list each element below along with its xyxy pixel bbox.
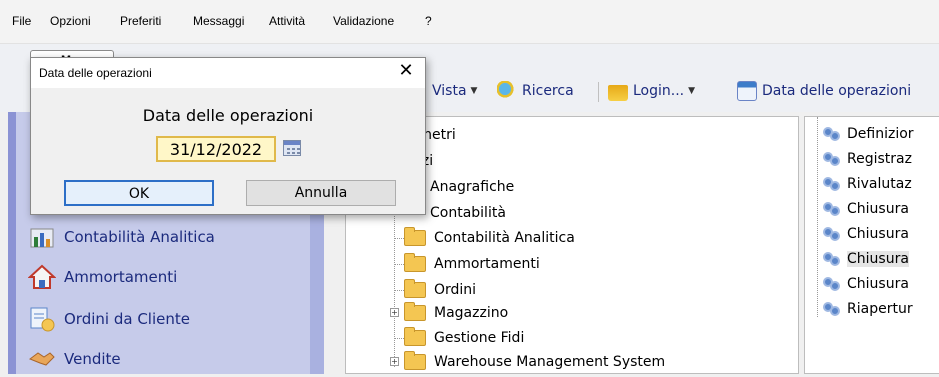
list-item-label: Chiusura (847, 276, 909, 292)
list-connector (817, 117, 818, 317)
vista-button[interactable]: Vista ▼ (432, 78, 477, 104)
chart-icon (28, 223, 56, 251)
menu-help[interactable]: ? (425, 14, 432, 28)
list-item-label: Definizior (847, 126, 914, 142)
tree-item-anagrafiche[interactable]: Anagrafiche (430, 175, 514, 199)
sidebar-item-label: Vendite (64, 350, 121, 368)
house-icon (27, 263, 57, 291)
folder-icon (404, 227, 426, 246)
gear-icon (821, 300, 841, 318)
data-operazioni-button[interactable]: Data delle operazioni (737, 78, 911, 104)
tree-connector (394, 264, 404, 265)
tree-item-label: Anagrafiche (430, 179, 515, 195)
expand-icon[interactable]: + (390, 357, 399, 366)
list-item-label: Chiusura (847, 201, 909, 217)
tree-connector (394, 338, 404, 339)
dialog-title: Data delle operazioni (39, 66, 152, 80)
menu-opzioni[interactable]: Opzioni (50, 14, 91, 28)
dialog-label: Data delle operazioni (142, 106, 314, 125)
menu-attivita[interactable]: Attività (269, 14, 305, 28)
ok-button[interactable]: OK (64, 180, 214, 206)
menu-validazione[interactable]: Validazione (333, 14, 394, 28)
tree-item-label: Warehouse Management System (434, 354, 666, 370)
sidebar-item-label: Contabilità Analitica (64, 228, 215, 246)
menu-messaggi[interactable]: Messaggi (193, 14, 244, 28)
menu-preferiti[interactable]: Preferiti (120, 14, 161, 28)
sidebar-item-ammortamenti[interactable]: Ammortamenti (27, 262, 178, 292)
folder-icon (404, 253, 426, 272)
list-item[interactable]: Definizior (821, 123, 914, 145)
ricerca-label: Ricerca (522, 83, 574, 99)
login-label: Login... (633, 83, 685, 99)
gear-icon (821, 275, 841, 293)
vista-label: Vista (432, 83, 467, 99)
expand-icon[interactable]: + (390, 308, 399, 317)
tree-item-contabilita[interactable]: Contabilità (430, 201, 506, 225)
search-icon (497, 81, 517, 101)
cancel-button[interactable]: Annulla (246, 180, 396, 206)
sidebar-item-vendite[interactable]: Vendite (28, 344, 121, 374)
operations-list: Definizior Registraz Rivalutaz Chiusura … (804, 116, 939, 374)
folder-icon (404, 351, 426, 370)
list-item-label: Riapertur (847, 301, 913, 317)
folder-icon (404, 302, 426, 321)
list-item[interactable]: Riapertur (821, 298, 913, 320)
list-item[interactable]: Chiusura (821, 273, 909, 295)
list-item[interactable]: Rivalutaz (821, 173, 912, 195)
handshake-icon (28, 345, 56, 373)
tree-item-warehouse[interactable]: Warehouse Management System (404, 350, 665, 374)
date-input[interactable] (156, 136, 276, 162)
chevron-down-icon: ▼ (470, 86, 478, 96)
toolbar-separator (598, 82, 599, 102)
chevron-down-icon: ▼ (688, 86, 696, 96)
tree-item-label: Gestione Fidi (434, 330, 525, 346)
list-item-label: Chiusura (847, 226, 909, 242)
close-icon[interactable]: ✕ (395, 60, 417, 82)
gear-icon (821, 150, 841, 168)
tree-item-contabilita-analitica[interactable]: Contabilità Analitica (404, 226, 575, 250)
tree-item-label: Ammortamenti (434, 256, 540, 272)
folder-icon (404, 279, 426, 298)
menu-bar: File Opzioni Preferiti Messaggi Attività… (0, 0, 939, 44)
list-item[interactable]: Chiusura (821, 198, 909, 220)
tree-item-label: Contabilità Analitica (434, 230, 575, 246)
tree-connector (394, 238, 404, 239)
list-item-label: Registraz (847, 151, 912, 167)
sidebar-item-contabilita-analitica[interactable]: Contabilità Analitica (28, 222, 215, 252)
orders-icon (28, 305, 56, 333)
tree-item-ammortamenti[interactable]: Ammortamenti (404, 252, 540, 276)
tree-item-label: Magazzino (434, 305, 509, 321)
gear-icon (821, 125, 841, 143)
tree-item-magazzino[interactable]: Magazzino (404, 301, 508, 325)
sidebar-item-label: Ordini da Cliente (64, 310, 190, 328)
gear-icon (821, 200, 841, 218)
tree-connector (394, 290, 404, 291)
gear-icon (821, 225, 841, 243)
tree-item-label: Ordini (434, 282, 477, 298)
list-item[interactable]: Registraz (821, 148, 912, 170)
gear-icon (821, 250, 841, 268)
dialog-body: Data delle operazioni OK Annulla (31, 88, 425, 214)
calendar-icon[interactable] (283, 140, 301, 156)
calendar-icon (737, 81, 757, 101)
gear-icon (821, 175, 841, 193)
menu-file[interactable]: File (12, 14, 31, 28)
list-item-label: Rivalutaz (847, 176, 912, 192)
folder-icon (404, 327, 426, 346)
lock-icon (608, 85, 628, 101)
login-button[interactable]: Login... ▼ (608, 78, 695, 104)
tree-item-ordini[interactable]: Ordini (404, 278, 476, 302)
ricerca-button[interactable]: Ricerca (497, 78, 574, 104)
tree-item-gestione-fidi[interactable]: Gestione Fidi (404, 326, 524, 350)
sidebar-item-label: Ammortamenti (64, 268, 178, 286)
list-item-selected[interactable]: Chiusura (821, 248, 909, 270)
tree-item-label: Contabilità (430, 205, 506, 221)
list-item-label: Chiusura (847, 251, 909, 267)
sidebar-item-ordini-da-cliente[interactable]: Ordini da Cliente (28, 304, 190, 334)
data-operazioni-label: Data delle operazioni (762, 83, 912, 99)
list-item[interactable]: Chiusura (821, 223, 909, 245)
date-dialog: Data delle operazioni ✕ Data delle opera… (30, 57, 426, 215)
